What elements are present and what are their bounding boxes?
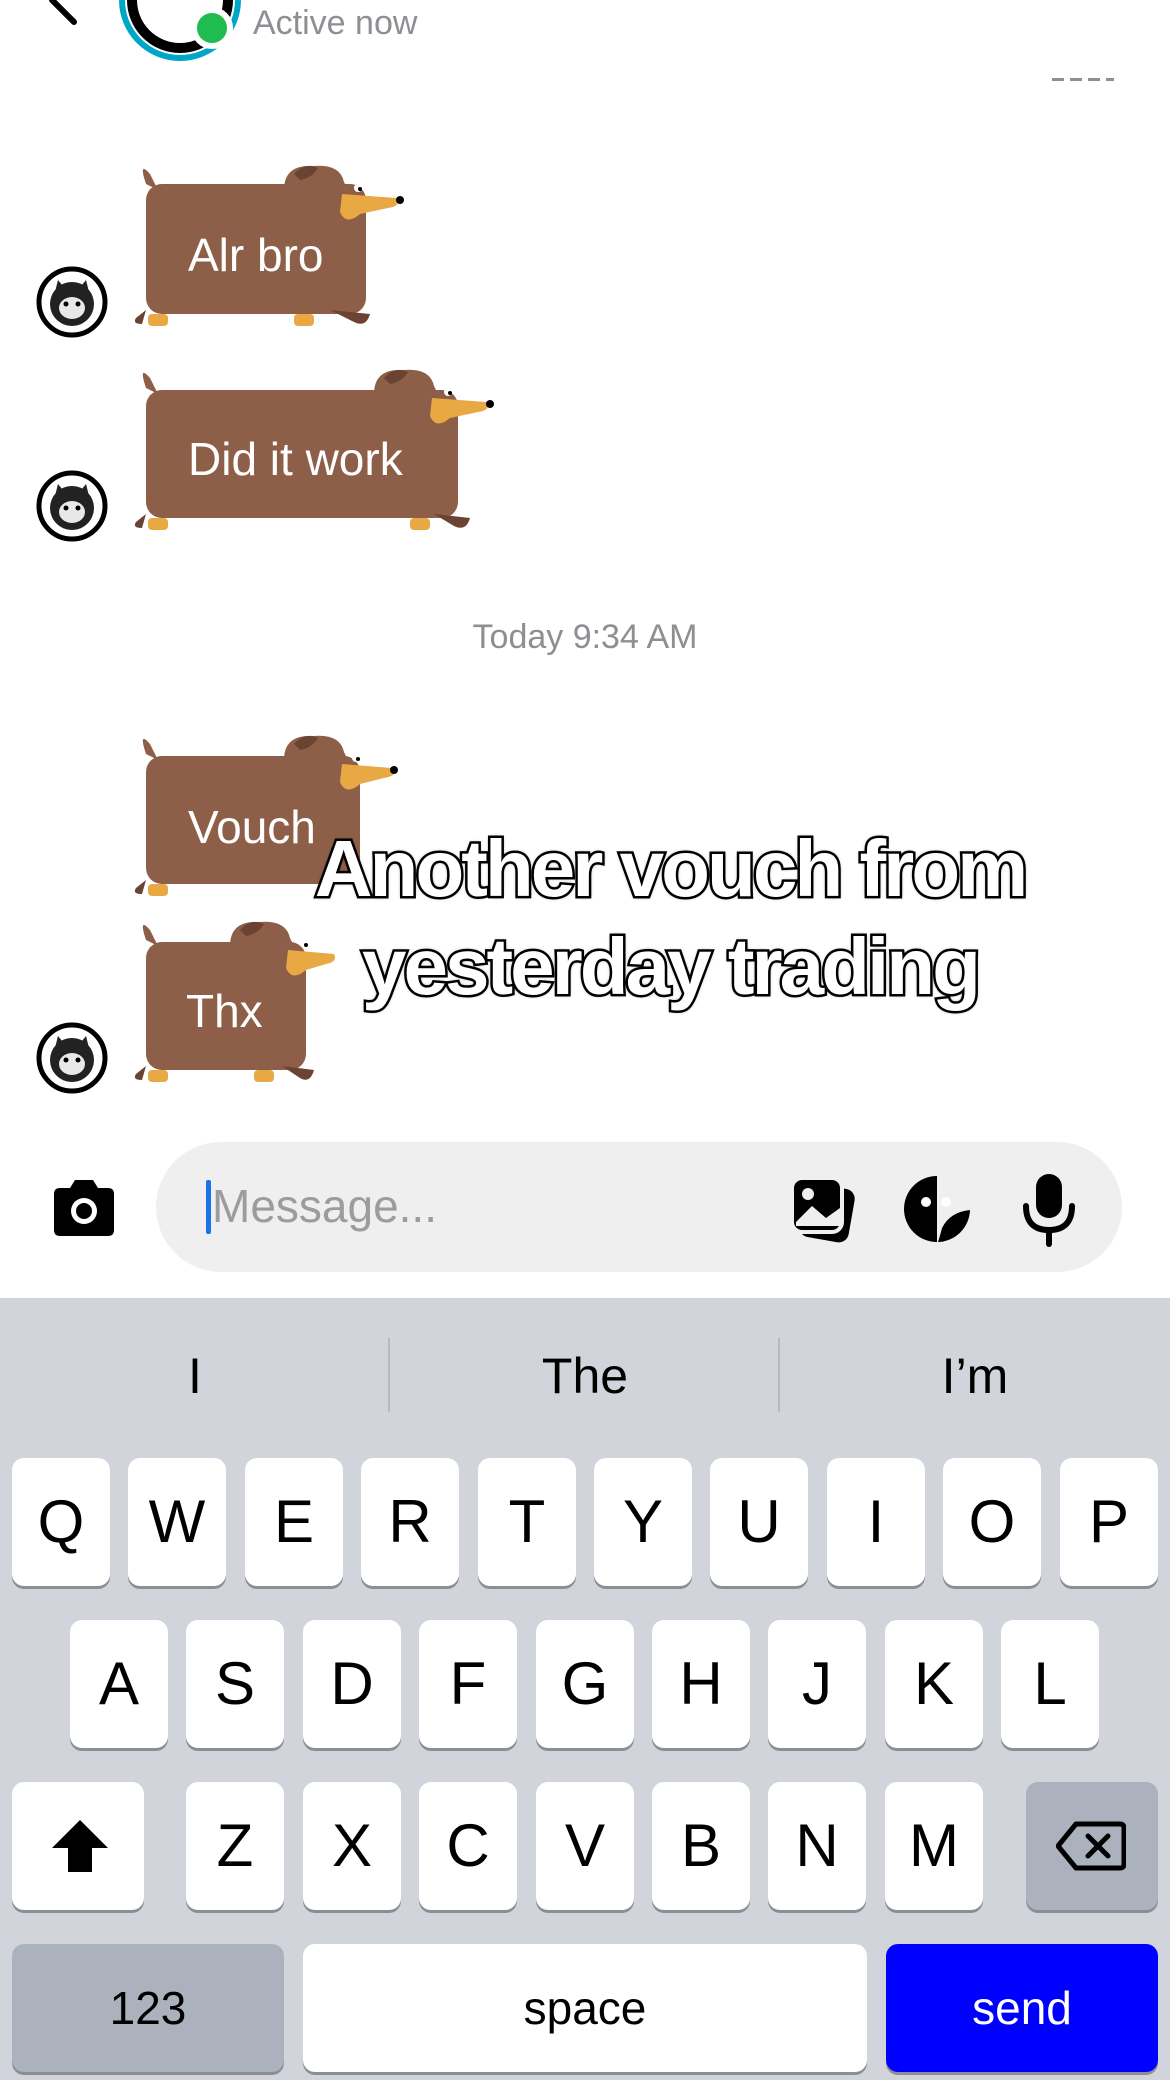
key-n[interactable]: N (768, 1782, 866, 1910)
overlay-caption-line: Another vouch from (312, 822, 1030, 916)
text-cursor (206, 1180, 211, 1234)
sticker-text: Alr bro (188, 229, 324, 281)
key-b[interactable]: B (652, 1782, 750, 1910)
space-key[interactable]: space (303, 1944, 867, 2072)
key-v[interactable]: V (536, 1782, 634, 1910)
key-w[interactable]: W (128, 1458, 226, 1586)
key-e[interactable]: E (245, 1458, 343, 1586)
key-h[interactable]: H (652, 1620, 750, 1748)
shift-key[interactable] (12, 1782, 144, 1910)
key-t[interactable]: T (478, 1458, 576, 1586)
key-c[interactable]: C (419, 1782, 517, 1910)
overlay-caption: Another vouch from yesterday trading (230, 820, 1110, 1016)
gallery-icon[interactable] (786, 1172, 860, 1246)
key-q[interactable]: Q (12, 1458, 110, 1586)
sticker-text: Did it work (188, 433, 403, 485)
key-k[interactable]: K (885, 1620, 983, 1748)
backspace-icon (1056, 1821, 1126, 1871)
sticker-message[interactable]: Alr bro (134, 160, 410, 340)
timestamp: Today 9:34 AM (472, 618, 698, 656)
key-o[interactable]: O (943, 1458, 1041, 1586)
active-status: Active now (253, 4, 418, 42)
numbers-key[interactable]: 123 (12, 1944, 284, 2072)
more-horizontal-icon[interactable] (1052, 0, 1118, 6)
delete-key[interactable] (1026, 1782, 1158, 1910)
key-f[interactable]: F (419, 1620, 517, 1748)
key-z[interactable]: Z (186, 1782, 284, 1910)
shift-icon (52, 1820, 108, 1872)
sender-avatar[interactable] (36, 1022, 108, 1094)
seen-indicator (1052, 78, 1114, 81)
key-r[interactable]: R (361, 1458, 459, 1586)
microphone-icon[interactable] (1018, 1170, 1080, 1248)
key-d[interactable]: D (303, 1620, 401, 1748)
sticker-message[interactable]: Did it work (134, 364, 500, 544)
suggestion-item[interactable]: I’m (780, 1340, 1170, 1412)
key-i[interactable]: I (827, 1458, 925, 1586)
sender-avatar[interactable] (36, 266, 108, 338)
overlay-caption-line: yesterday trading (360, 920, 984, 1014)
key-s[interactable]: S (186, 1620, 284, 1748)
message-input[interactable] (212, 1170, 762, 1242)
key-g[interactable]: G (536, 1620, 634, 1748)
key-y[interactable]: Y (594, 1458, 692, 1586)
key-m[interactable]: M (885, 1782, 983, 1910)
profile-avatar[interactable] (116, 0, 244, 62)
camera-icon[interactable] (48, 1172, 120, 1244)
send-key[interactable]: send (886, 1944, 1158, 2072)
key-x[interactable]: X (303, 1782, 401, 1910)
sender-avatar[interactable] (36, 470, 108, 542)
key-l[interactable]: L (1001, 1620, 1099, 1748)
key-u[interactable]: U (710, 1458, 808, 1586)
suggestion-item[interactable]: The (390, 1340, 780, 1412)
suggestion-item[interactable]: I (0, 1340, 390, 1412)
sticker-icon[interactable] (900, 1172, 974, 1246)
chevron-left-icon[interactable] (34, 0, 94, 30)
online-status-dot (191, 7, 233, 49)
key-j[interactable]: J (768, 1620, 866, 1748)
key-p[interactable]: P (1060, 1458, 1158, 1586)
key-a[interactable]: A (70, 1620, 168, 1748)
